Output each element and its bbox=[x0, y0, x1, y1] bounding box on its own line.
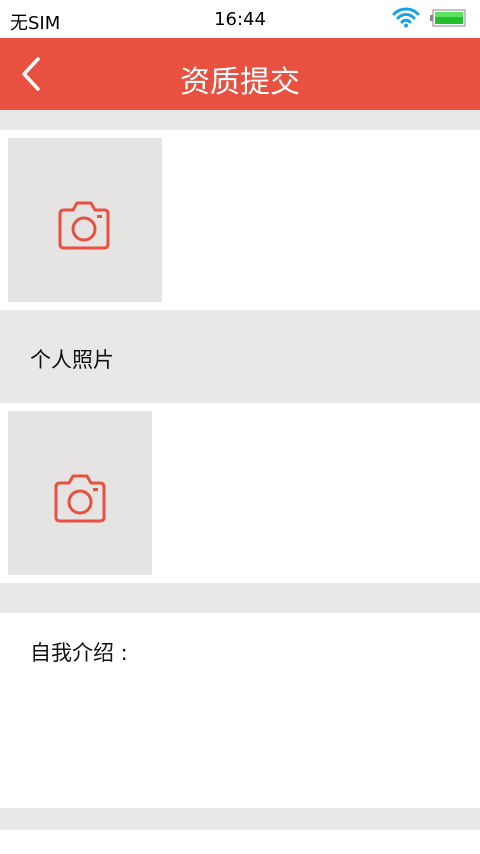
intro-section: 自我介绍 : bbox=[0, 613, 480, 808]
intro-label: 自我介绍 : bbox=[30, 641, 128, 665]
bottom-section bbox=[0, 830, 480, 854]
intro-input[interactable] bbox=[150, 627, 460, 792]
personal-photo-header: 个人照片 bbox=[0, 310, 480, 403]
battery-icon bbox=[430, 9, 466, 27]
page-title: 资质提交 bbox=[180, 65, 300, 100]
camera-icon bbox=[54, 474, 106, 523]
photo-upload-2[interactable] bbox=[8, 411, 152, 575]
camera-icon bbox=[58, 201, 110, 250]
status-bar: 无SIM 16:44 bbox=[0, 0, 480, 38]
photo-section-1 bbox=[0, 130, 480, 310]
personal-photo-label: 个人照片 bbox=[30, 348, 114, 372]
photo-section-2 bbox=[0, 403, 480, 583]
nav-bar: 资质提交 bbox=[0, 38, 480, 110]
wifi-icon bbox=[392, 6, 420, 32]
photo-upload-1[interactable] bbox=[8, 138, 162, 302]
